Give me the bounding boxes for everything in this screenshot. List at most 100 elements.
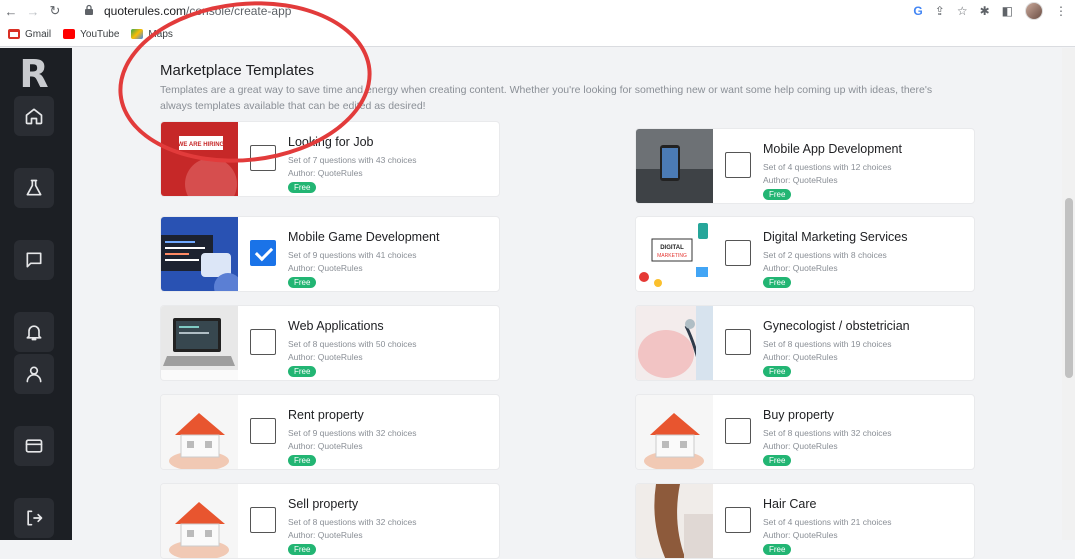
free-badge: Free xyxy=(763,544,792,555)
extensions-icon[interactable]: ✱ xyxy=(980,4,990,18)
template-author: Author: QuoteRules xyxy=(763,530,838,540)
browser-toolbar: ← → ↻ quoterules.com /console/create-app… xyxy=(0,0,1075,22)
free-badge: Free xyxy=(763,366,792,377)
template-thumbnail xyxy=(636,484,713,558)
template-checkbox[interactable] xyxy=(725,240,751,266)
home-icon xyxy=(25,108,43,125)
page-description: Templates are a great way to save time a… xyxy=(160,84,933,112)
template-thumbnail xyxy=(636,306,713,380)
template-question-count: Set of 7 questions with 43 choices xyxy=(288,155,417,165)
youtube-icon xyxy=(63,29,76,39)
template-meta: Set of 4 questions with 12 choices Author… xyxy=(763,161,892,187)
logout-icon xyxy=(27,510,43,526)
template-meta: Set of 4 questions with 21 choices Author… xyxy=(763,516,892,542)
bookmark-maps[interactable]: Maps xyxy=(131,29,173,40)
home-button[interactable] xyxy=(14,96,54,136)
template-thumbnail xyxy=(636,395,713,469)
template-checkbox[interactable] xyxy=(250,329,276,355)
template-card[interactable]: Gynecologist / obstetrician Set of 8 ques… xyxy=(635,305,975,381)
page-scrollbar[interactable] xyxy=(1062,48,1075,540)
address-bar[interactable]: quoterules.com /console/create-app xyxy=(84,1,894,21)
app-logo[interactable]: R xyxy=(12,54,56,94)
reload-icon[interactable]: ↻ xyxy=(44,0,66,22)
template-title[interactable]: Web Applications xyxy=(288,319,384,333)
template-meta: Set of 7 questions with 43 choices Author… xyxy=(288,154,417,180)
template-question-count: Set of 8 questions with 32 choices xyxy=(288,517,417,527)
template-checkbox[interactable] xyxy=(250,418,276,444)
template-meta: Set of 8 questions with 32 choices Author… xyxy=(288,516,417,542)
user-icon xyxy=(26,366,42,383)
template-card[interactable]: Mobile Game Development Set of 9 question… xyxy=(160,216,500,292)
template-title[interactable]: Digital Marketing Services xyxy=(763,230,908,244)
template-meta: Set of 8 questions with 50 choices Author… xyxy=(288,338,417,364)
template-author: Author: QuoteRules xyxy=(288,530,363,540)
template-title[interactable]: Mobile Game Development xyxy=(288,230,439,244)
app-sidebar: R xyxy=(0,48,72,540)
template-title[interactable]: Mobile App Development xyxy=(763,142,902,156)
thumb-marketing-text: DIGITAL xyxy=(660,245,684,251)
template-card[interactable]: WE ARE HIRING Looking for Job Set of 7 que… xyxy=(160,121,500,197)
template-thumbnail: DIGITAL MARKETING xyxy=(636,217,713,291)
template-author: Author: QuoteRules xyxy=(763,263,838,273)
lock-icon xyxy=(84,4,98,18)
template-author: Author: QuoteRules xyxy=(288,352,363,362)
template-question-count: Set of 8 questions with 32 choices xyxy=(763,428,892,438)
template-title[interactable]: Looking for Job xyxy=(288,135,373,149)
template-title[interactable]: Hair Care xyxy=(763,497,817,511)
template-author: Author: QuoteRules xyxy=(288,168,363,178)
sidepanel-icon[interactable]: ◧ xyxy=(1002,4,1013,18)
template-author: Author: QuoteRules xyxy=(763,352,838,362)
template-author: Author: QuoteRules xyxy=(763,175,838,185)
template-question-count: Set of 8 questions with 50 choices xyxy=(288,339,417,349)
template-card[interactable]: Web Applications Set of 8 questions with … xyxy=(160,305,500,381)
template-title[interactable]: Sell property xyxy=(288,497,358,511)
share-icon[interactable]: ⇪ xyxy=(935,4,945,18)
template-card[interactable]: Rent property Set of 9 questions with 32 … xyxy=(160,394,500,470)
bookmark-youtube[interactable]: YouTube xyxy=(63,29,119,40)
template-title[interactable]: Rent property xyxy=(288,408,364,422)
messages-button[interactable] xyxy=(14,240,54,280)
template-card[interactable]: Sell property Set of 8 questions with 32 … xyxy=(160,483,500,559)
template-checkbox[interactable] xyxy=(725,329,751,355)
template-checkbox[interactable] xyxy=(725,507,751,533)
menu-icon[interactable]: ⋮ xyxy=(1055,4,1067,18)
notifications-button[interactable] xyxy=(14,312,54,352)
template-card[interactable]: Mobile App Development Set of 4 questions… xyxy=(635,128,975,204)
back-icon[interactable]: ← xyxy=(0,0,22,22)
template-thumbnail xyxy=(161,217,238,291)
template-author: Author: QuoteRules xyxy=(288,263,363,273)
template-checkbox[interactable] xyxy=(250,240,276,266)
template-question-count: Set of 8 questions with 19 choices xyxy=(763,339,892,349)
svg-text:MARKETING: MARKETING xyxy=(657,253,687,259)
profile-avatar[interactable] xyxy=(1025,2,1043,20)
page-title: Marketplace Templates xyxy=(160,62,314,79)
template-question-count: Set of 9 questions with 32 choices xyxy=(288,428,417,438)
labs-button[interactable] xyxy=(14,168,54,208)
billing-button[interactable] xyxy=(14,426,54,466)
profile-button[interactable] xyxy=(14,354,54,394)
template-card[interactable]: Buy property Set of 8 questions with 32 c… xyxy=(635,394,975,470)
template-meta: Set of 2 questions with 8 choices Author:… xyxy=(763,249,887,275)
template-card[interactable]: Hair Care Set of 4 questions with 21 choi… xyxy=(635,483,975,559)
template-card[interactable]: DIGITAL MARKETING Digital Marketing Servic… xyxy=(635,216,975,292)
logout-button[interactable] xyxy=(14,498,54,538)
template-checkbox[interactable] xyxy=(250,145,276,171)
forward-icon[interactable]: → xyxy=(22,0,44,22)
free-badge: Free xyxy=(763,277,792,288)
free-badge: Free xyxy=(288,277,317,288)
google-icon[interactable]: G xyxy=(913,4,922,18)
template-checkbox[interactable] xyxy=(250,507,276,533)
template-title[interactable]: Gynecologist / obstetrician xyxy=(763,319,910,333)
bookmark-gmail[interactable]: Gmail xyxy=(8,29,51,40)
template-title[interactable]: Buy property xyxy=(763,408,834,422)
chat-icon xyxy=(26,252,42,268)
bookmarks-bar: Gmail YouTube Maps xyxy=(0,22,1075,47)
free-badge: Free xyxy=(763,455,792,466)
gmail-icon xyxy=(8,29,20,39)
template-meta: Set of 9 questions with 32 choices Author… xyxy=(288,427,417,453)
scrollbar-thumb[interactable] xyxy=(1065,198,1073,378)
template-checkbox[interactable] xyxy=(725,152,751,178)
template-question-count: Set of 4 questions with 12 choices xyxy=(763,162,892,172)
star-icon[interactable]: ☆ xyxy=(957,4,968,18)
template-checkbox[interactable] xyxy=(725,418,751,444)
